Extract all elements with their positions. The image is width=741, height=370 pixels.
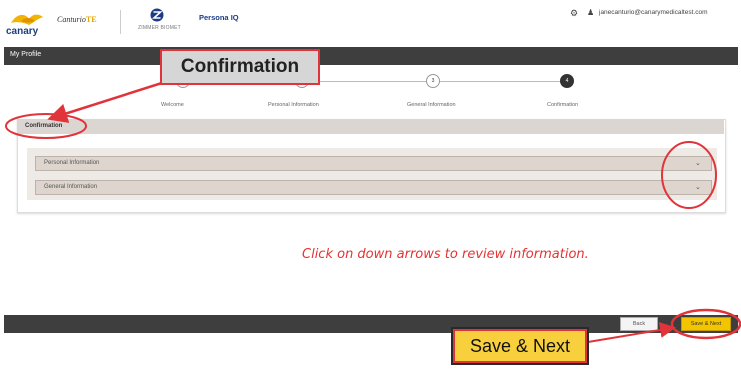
annotation-overlay: [5, 80, 741, 343]
arrow-confirmation: [47, 80, 166, 123]
arrow-save: [587, 322, 676, 343]
highlight-ellipse-save: [670, 308, 741, 340]
confirmation-callout: Confirmation: [160, 49, 320, 85]
highlight-ellipse-confirmation: [5, 113, 87, 139]
save-next-callout-border: [453, 329, 587, 363]
highlight-ellipse-chevrons: [661, 141, 717, 209]
